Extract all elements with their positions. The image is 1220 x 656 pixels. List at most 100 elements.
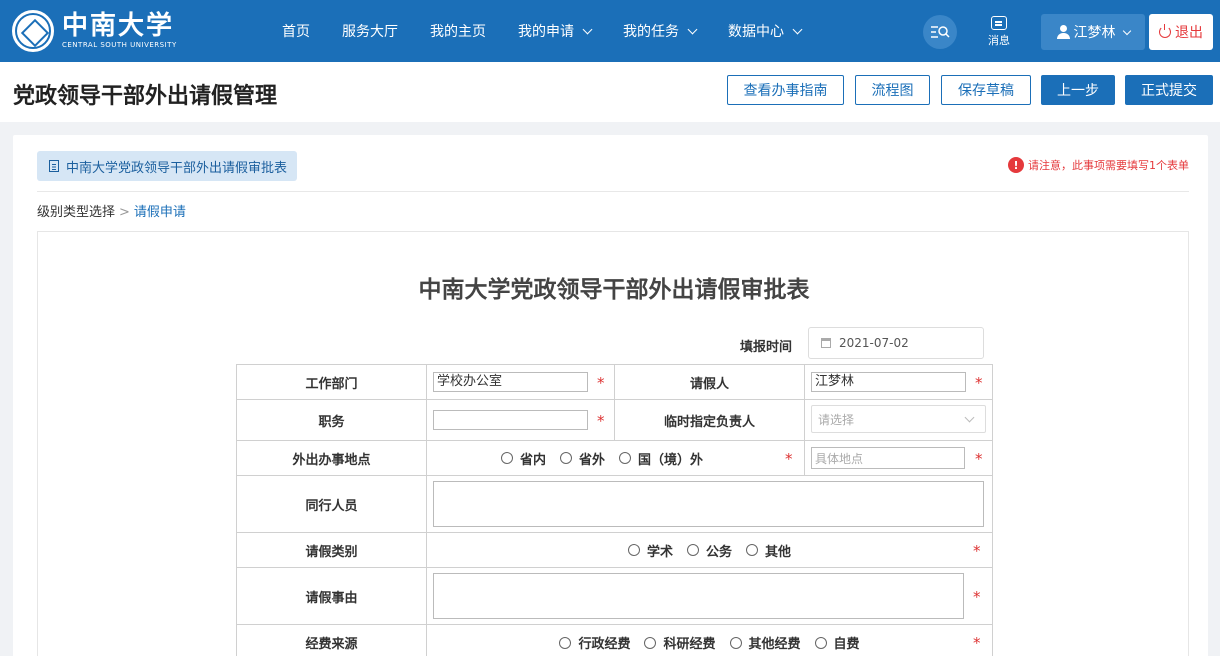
logo-cn-text: 中南大学 (62, 11, 175, 41)
reason-textarea[interactable] (433, 573, 964, 619)
breadcrumb-current: 请假申请 (133, 205, 186, 220)
nav-label: 我的申请 (518, 24, 574, 40)
form-tab-label: 中南大学党政领导干部外出请假审批表 (66, 160, 288, 176)
leave-type-academic[interactable]: 学术 (627, 541, 673, 560)
deputy-placeholder: 请选择 (818, 412, 855, 427)
leave-type-label: 请假类别 (236, 532, 427, 568)
main-card: 中南大学党政领导干部外出请假审批表 ! 请注意，此事项需要填写1个表单 级别类型… (13, 135, 1208, 656)
logout-label: 退出 (1175, 25, 1203, 41)
radio-icon (686, 544, 699, 556)
nav-label: 数据中心 (728, 24, 784, 40)
funding-administrative[interactable]: 行政经费 (559, 633, 630, 652)
nav-item-my-applications[interactable]: 我的申请 (518, 21, 593, 41)
university-seal-icon (12, 10, 54, 52)
address-input[interactable]: 具体地点 (811, 447, 965, 469)
fill-time-date-picker[interactable]: 2021-07-02 (808, 327, 984, 359)
position-input[interactable] (433, 410, 588, 430)
user-menu-button[interactable]: 江梦林 (1041, 14, 1145, 50)
chevron-down-icon (582, 24, 593, 34)
breadcrumb-separator: > (119, 205, 130, 220)
option-label: 科研经费 (663, 637, 716, 652)
leave-type-other[interactable]: 其他 (746, 541, 791, 560)
chevron-down-icon (964, 412, 975, 423)
message-label: 消息 (988, 34, 1010, 47)
option-label: 自费 (833, 637, 860, 652)
breadcrumb: 级别类型选择 > 请假申请 (37, 201, 186, 220)
radio-icon (644, 636, 657, 649)
notice-text: 请注意，此事项需要填写1个表单 (1028, 159, 1189, 172)
location-option-abroad[interactable]: 国（境）外 (618, 449, 703, 468)
nav-label: 服务大厅 (342, 24, 398, 40)
radio-icon (618, 452, 631, 464)
funding-other[interactable]: 其他经费 (729, 633, 801, 652)
chevron-down-icon (792, 24, 803, 34)
funding-research[interactable]: 科研经费 (644, 633, 716, 652)
university-logo[interactable]: 中南大学 CENTRAL SOUTH UNIVERSITY (12, 10, 177, 52)
companions-label: 同行人员 (236, 475, 427, 533)
companions-textarea[interactable] (433, 481, 984, 527)
option-label: 其他 (765, 544, 792, 560)
fill-time-label: 填报时间 (740, 340, 793, 355)
radio-icon (559, 636, 572, 649)
page-title: 党政领导干部外出请假管理 (13, 84, 278, 109)
reason-label: 请假事由 (236, 567, 427, 625)
required-mark: * (973, 634, 981, 652)
power-icon (1159, 24, 1171, 38)
location-label: 外出办事地点 (236, 440, 427, 476)
search-list-icon (931, 26, 950, 38)
nav-item-data-center[interactable]: 数据中心 (728, 21, 803, 41)
radio-icon (814, 636, 827, 649)
approval-form-table: 工作部门 学校办公室 * 请假人 江梦林 * 职务 * 临时指定负责人 请选择 … (236, 364, 993, 656)
view-guide-button[interactable]: 查看办事指南 (727, 75, 844, 105)
funding-label: 经费来源 (236, 624, 427, 656)
message-button[interactable]: 消息 (982, 14, 1016, 52)
address-placeholder: 具体地点 (815, 451, 864, 466)
option-label: 公务 (705, 544, 732, 560)
form-area: 中南大学党政领导干部外出请假审批表 填报时间 2021-07-02 工作部门 学… (37, 231, 1189, 656)
nav-label: 我的任务 (623, 24, 679, 40)
fill-time-value: 2021-07-02 (839, 336, 909, 350)
radio-icon (729, 636, 742, 649)
logo-en-text: CENTRAL SOUTH UNIVERSITY (62, 41, 177, 49)
alert-icon: ! (1008, 157, 1024, 173)
nav-item-my-home[interactable]: 我的主页 (430, 21, 486, 41)
logout-button[interactable]: 退出 (1149, 14, 1213, 50)
breadcrumb-level-select[interactable]: 级别类型选择 (37, 205, 115, 220)
applicant-input[interactable]: 江梦林 (811, 372, 966, 392)
page-title-bar: 党政领导干部外出请假管理 查看办事指南 流程图 保存草稿 上一步 正式提交 (0, 62, 1220, 122)
deputy-select[interactable]: 请选择 (811, 405, 986, 433)
funding-self[interactable]: 自费 (814, 633, 860, 652)
required-mark: * (785, 450, 793, 468)
location-option-out-province[interactable]: 省外 (559, 449, 605, 468)
required-mark: * (973, 588, 981, 606)
submit-button[interactable]: 正式提交 (1125, 75, 1213, 105)
position-label: 职务 (236, 399, 427, 441)
search-button[interactable] (923, 15, 957, 49)
radio-icon (627, 544, 640, 556)
message-icon (991, 16, 1007, 30)
department-input[interactable]: 学校办公室 (433, 372, 588, 392)
required-mark: * (975, 374, 983, 392)
nav-label: 我的主页 (430, 24, 486, 40)
user-name: 江梦林 (1073, 25, 1116, 41)
location-option-in-province[interactable]: 省内 (500, 449, 546, 468)
radio-icon (746, 544, 758, 556)
radio-icon (559, 452, 572, 464)
radio-icon (500, 452, 513, 464)
form-tab[interactable]: 中南大学党政领导干部外出请假审批表 (37, 151, 298, 181)
deputy-label: 临时指定负责人 (614, 399, 805, 441)
previous-step-button[interactable]: 上一步 (1041, 75, 1115, 105)
notice-message: ! 请注意，此事项需要填写1个表单 (1008, 157, 1189, 173)
leave-type-official[interactable]: 公务 (686, 541, 732, 560)
chevron-down-icon (1122, 26, 1131, 35)
top-navbar: 中南大学 CENTRAL SOUTH UNIVERSITY 首页 服务大厅 我的… (0, 0, 1220, 62)
option-label: 学术 (646, 544, 673, 560)
flowchart-button[interactable]: 流程图 (855, 75, 930, 105)
form-title: 中南大学党政领导干部外出请假审批表 (418, 277, 810, 303)
nav-item-home[interactable]: 首页 (282, 21, 310, 41)
required-mark: * (973, 542, 981, 560)
user-icon (1056, 25, 1070, 39)
save-draft-button[interactable]: 保存草稿 (941, 75, 1031, 105)
nav-item-my-tasks[interactable]: 我的任务 (623, 21, 698, 41)
nav-item-service-hall[interactable]: 服务大厅 (342, 21, 398, 41)
